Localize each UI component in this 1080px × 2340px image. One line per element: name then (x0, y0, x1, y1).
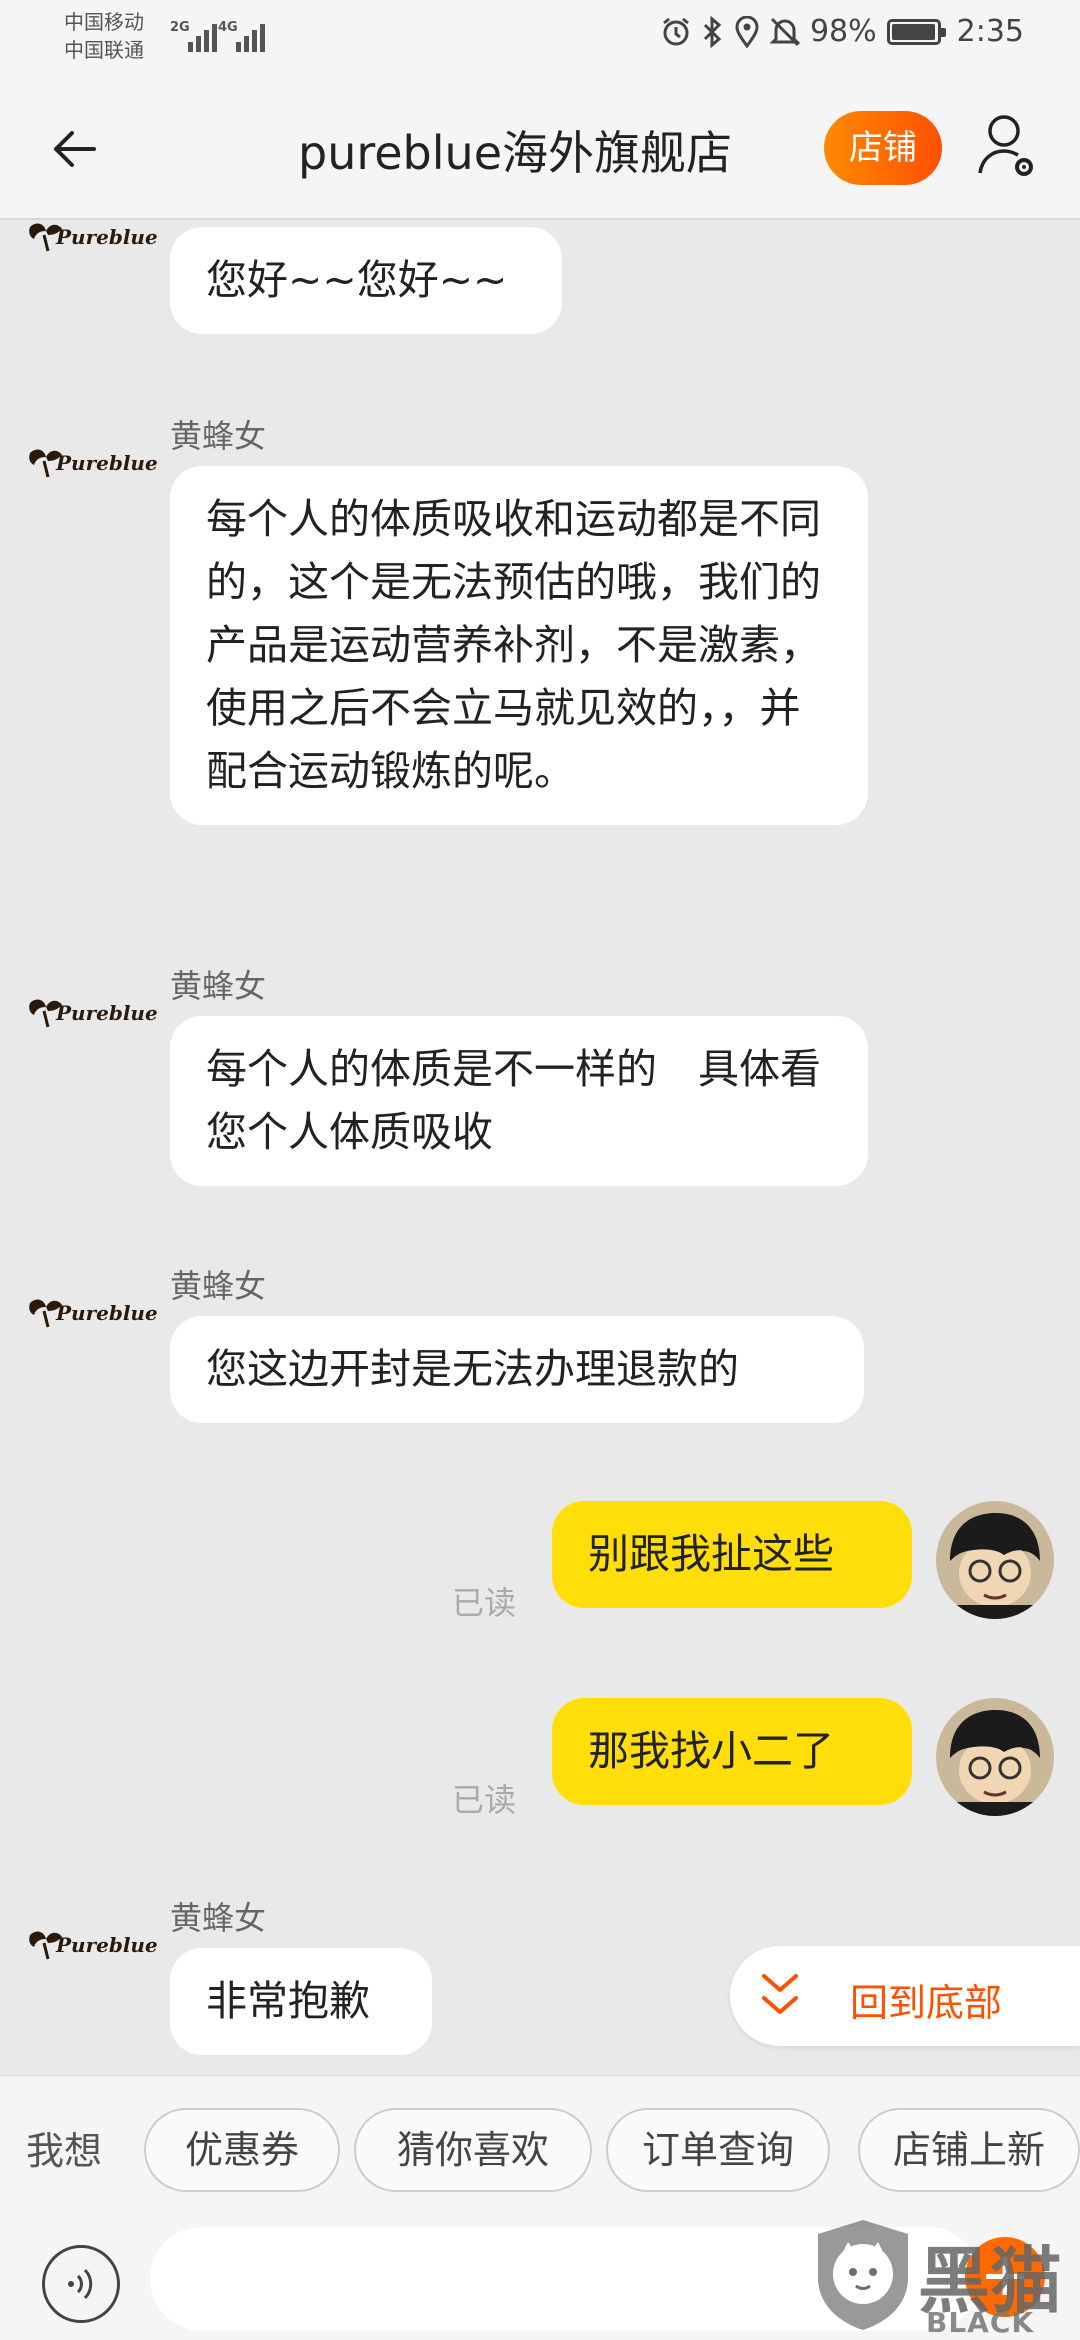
voice-button[interactable] (42, 2245, 120, 2323)
message-bubble[interactable]: 每个人的体质是不一样的 具体看 您个人体质吸收 (170, 1016, 868, 1186)
cartoon-avatar-icon (936, 1501, 1054, 1619)
shop-avatar[interactable]: Pureblue (26, 1293, 158, 1333)
arrow-left-icon (54, 131, 96, 167)
network-type-1: 2G (170, 20, 190, 35)
sender-name: 黄蜂女 (170, 1899, 267, 1937)
my-message-bubble[interactable]: 那我找小二了 (552, 1698, 912, 1805)
read-status: 已读 (452, 1781, 517, 1819)
shop-logo-text: Pureblue (56, 225, 158, 249)
chip-coupon[interactable]: 优惠券 (144, 2108, 340, 2192)
back-button[interactable] (48, 121, 104, 177)
cartoon-avatar-icon (936, 1698, 1054, 1816)
user-avatar[interactable] (936, 1698, 1054, 1816)
shop-avatar[interactable]: Pureblue (26, 1925, 158, 1965)
battery-percent: 98% (809, 14, 877, 49)
chip-new-arrivals[interactable]: 店铺上新 (858, 2108, 1080, 2192)
carrier-labels: 中国移动 中国联通 (64, 8, 144, 64)
quick-reply-label: 我想 (26, 2129, 103, 2173)
chat-header: pureblue海外旗舰店 店铺 (0, 75, 1080, 220)
clock: 2:35 (956, 14, 1024, 49)
shop-logo-text: Pureblue (56, 1933, 158, 1957)
alarm-icon (663, 17, 689, 45)
carrier-2: 中国联通 (64, 38, 144, 62)
quick-reply-bar: 我想 优惠券 猜你喜欢 订单查询 店铺上新 (0, 2075, 1080, 2217)
message-bubble[interactable]: 非常抱歉 (170, 1948, 432, 2055)
network-type-2: 4G (218, 20, 238, 35)
battery-fill (891, 23, 935, 40)
carrier-1: 中国移动 (64, 10, 144, 34)
battery-icon (886, 18, 946, 45)
sender-name: 黄蜂女 (170, 1267, 267, 1305)
chip-order-query[interactable]: 订单查询 (606, 2108, 830, 2192)
sender-name: 黄蜂女 (170, 967, 267, 1005)
jump-to-bottom-label: 回到底部 (850, 1981, 1003, 2025)
location-icon (735, 15, 759, 48)
page-title: pureblue海外旗舰店 (298, 126, 732, 180)
shop-logo-text: Pureblue (56, 1001, 158, 1025)
bluetooth-icon (703, 15, 722, 48)
status-icons: 98% 2:35 (660, 14, 1024, 49)
black-cat-watermark: 黑猫 BLACK CAT (808, 2210, 1080, 2340)
user-settings-icon (978, 115, 1033, 176)
voice-icon (68, 2268, 93, 2300)
shop-avatar[interactable]: Pureblue (26, 993, 158, 1033)
chat-area[interactable]: Pureblue 您好~~您好~~ 黄蜂女 Pureblue 每个人的体质吸收和… (0, 221, 1080, 2075)
shop-logo-text: Pureblue (56, 451, 158, 475)
status-bar: 中国移动 中国联通 2G 4G 98% 2:35 (0, 0, 1080, 75)
cat-shield-icon (818, 2220, 908, 2330)
my-message-bubble[interactable]: 别跟我扯这些 (552, 1501, 912, 1608)
shop-logo-text: Pureblue (56, 1301, 158, 1325)
jump-to-bottom-button[interactable]: 回到底部 (730, 1946, 1080, 2046)
message-bubble[interactable]: 您好~~您好~~ (170, 227, 562, 334)
message-bubble[interactable]: 您这边开封是无法办理退款的 (170, 1316, 864, 1423)
user-avatar[interactable] (936, 1501, 1054, 1619)
message-bubble[interactable]: 每个人的体质吸收和运动都是不同的，这个是无法预估的哦，我们的产品是运动营养补剂，… (170, 466, 868, 825)
profile-settings-button[interactable] (976, 111, 1040, 183)
shop-avatar[interactable]: Pureblue (26, 221, 158, 257)
watermark-sub: BLACK CAT (926, 2306, 1035, 2340)
double-chevron-down-icon (762, 1974, 798, 2014)
mute-icon (769, 17, 800, 46)
sender-name: 黄蜂女 (170, 417, 267, 455)
shop-avatar[interactable]: Pureblue (26, 443, 158, 483)
shop-button[interactable]: 店铺 (824, 111, 942, 185)
chip-recommend[interactable]: 猜你喜欢 (354, 2108, 592, 2192)
read-status: 已读 (452, 1584, 517, 1622)
